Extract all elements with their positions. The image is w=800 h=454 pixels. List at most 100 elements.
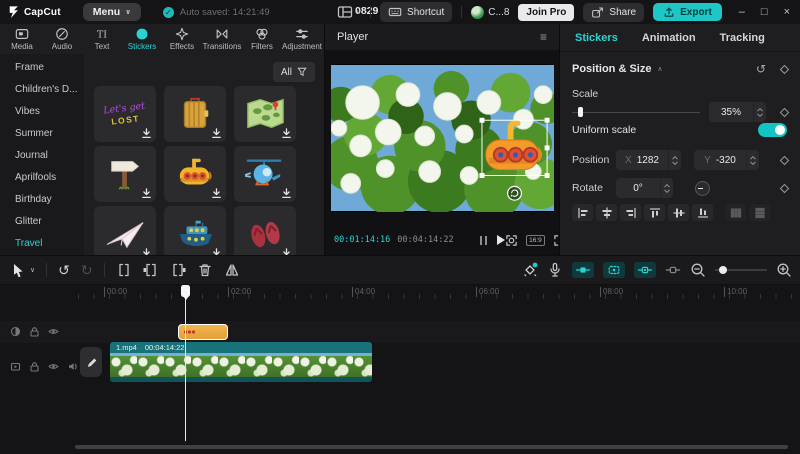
category-travel[interactable]: Travel: [0, 233, 84, 255]
category-frame[interactable]: Frame: [0, 57, 84, 79]
slider-handle[interactable]: [578, 107, 583, 117]
uniform-scale-toggle[interactable]: [758, 123, 787, 137]
timeline[interactable]: 00:00 02:00 04:00 06:00 08:00 10:00: [0, 285, 800, 454]
align-bottom-button[interactable]: [692, 204, 713, 221]
tab-media[interactable]: Media: [2, 24, 42, 54]
align-right-button[interactable]: [620, 204, 641, 221]
pause-button[interactable]: [480, 236, 488, 245]
auto-preview-toggle[interactable]: [603, 262, 625, 278]
delete-left-button[interactable]: [143, 262, 159, 278]
eye-icon[interactable]: [48, 326, 59, 337]
tab-effects[interactable]: Effects: [162, 24, 202, 54]
sticker-card-submarine[interactable]: [164, 146, 226, 202]
sticker-card-paper-plane[interactable]: [94, 206, 156, 255]
horizontal-scrollbar[interactable]: [75, 445, 788, 449]
tab-filters[interactable]: Filters: [242, 24, 282, 54]
download-icon[interactable]: [210, 127, 223, 140]
download-icon[interactable]: [140, 247, 153, 255]
category-childrens-day[interactable]: Children's D...: [0, 79, 84, 101]
sticker-card-helicopter[interactable]: [234, 146, 296, 202]
magnetic-snap-toggle[interactable]: [572, 262, 594, 278]
tab-animation[interactable]: Animation: [642, 32, 696, 44]
category-birthday[interactable]: Birthday: [0, 189, 84, 211]
smart-tools-button[interactable]: [522, 262, 538, 278]
sticker-card-suitcase[interactable]: [164, 86, 226, 142]
align-middle-vertical-button[interactable]: [668, 204, 689, 221]
redo-button[interactable]: ↻: [81, 262, 93, 279]
share-button[interactable]: Share: [583, 3, 644, 22]
stepper-icon[interactable]: [746, 150, 759, 170]
align-left-button[interactable]: [572, 204, 593, 221]
category-vibes[interactable]: Vibes: [0, 101, 84, 123]
tab-tracking[interactable]: Tracking: [720, 32, 765, 44]
reset-icon[interactable]: ↺: [756, 62, 766, 76]
category-aprilfools[interactable]: Aprilfools: [0, 167, 84, 189]
tab-adjustment[interactable]: Adjustment: [282, 24, 322, 54]
delete-button[interactable]: [197, 262, 213, 278]
maximize-button[interactable]: □: [761, 6, 768, 18]
sticker-card-travel-map[interactable]: [234, 86, 296, 142]
split-button[interactable]: [116, 262, 132, 278]
download-icon[interactable]: [280, 247, 293, 255]
mirror-button[interactable]: [224, 262, 240, 278]
download-icon[interactable]: [140, 187, 153, 200]
download-icon[interactable]: [280, 187, 293, 200]
speaker-icon[interactable]: [67, 361, 78, 372]
align-top-button[interactable]: [644, 204, 665, 221]
tab-audio[interactable]: Audio: [42, 24, 82, 54]
download-icon[interactable]: [280, 127, 293, 140]
join-pro-button[interactable]: Join Pro: [518, 4, 574, 21]
preview-quality-icon[interactable]: [505, 234, 518, 247]
select-tool-button[interactable]: ∨: [10, 262, 35, 278]
tab-stickers[interactable]: Stickers: [122, 24, 162, 54]
sticker-card-ship[interactable]: [164, 206, 226, 255]
download-icon[interactable]: [140, 127, 153, 140]
stepper-icon[interactable]: [660, 178, 673, 198]
stepper-icon[interactable]: [668, 150, 681, 170]
category-glitter[interactable]: Glitter: [0, 211, 84, 233]
stepper-icon[interactable]: [753, 102, 766, 122]
sticker-card-signpost[interactable]: [94, 146, 156, 202]
tab-text[interactable]: TI Text: [82, 24, 122, 54]
edit-cover-button[interactable]: [80, 347, 102, 377]
timeline-zoom-in-button[interactable]: [776, 262, 792, 278]
keyframe-diamond-icon[interactable]: [779, 107, 790, 118]
video-clip[interactable]: 1.mp4 00:04:14:22: [110, 342, 372, 382]
align-center-horizontal-button[interactable]: [596, 204, 617, 221]
playhead-handle[interactable]: [181, 285, 190, 297]
export-button[interactable]: Export: [653, 3, 722, 21]
play-button[interactable]: [497, 235, 505, 245]
collapse-caret-icon[interactable]: ∧: [657, 65, 662, 73]
aspect-ratio-button[interactable]: 16:9: [526, 235, 545, 246]
playhead-line[interactable]: [185, 285, 186, 441]
keyframe-diamond-icon[interactable]: [779, 155, 790, 166]
menu-button[interactable]: Menu ∨: [83, 3, 141, 21]
scale-value-field[interactable]: 35%: [709, 102, 753, 122]
scale-slider[interactable]: [572, 107, 700, 117]
delete-right-button[interactable]: [170, 262, 186, 278]
category-journal[interactable]: Journal: [0, 145, 84, 167]
sticker-card-flip-flops[interactable]: [234, 206, 296, 255]
filter-all-button[interactable]: All: [273, 62, 315, 82]
position-x-field[interactable]: X 1282: [616, 150, 668, 170]
layout-switch-button[interactable]: ∨: [337, 4, 361, 20]
tab-transitions[interactable]: Transitions: [202, 24, 242, 54]
timeline-zoom-slider[interactable]: [715, 265, 767, 275]
player-menu-icon[interactable]: ≡: [540, 30, 547, 44]
eye-icon[interactable]: [48, 361, 59, 372]
shortcut-button[interactable]: Shortcut: [380, 2, 452, 22]
record-voiceover-button[interactable]: [547, 262, 563, 278]
category-summer[interactable]: Summer: [0, 123, 84, 145]
video-preview[interactable]: [331, 64, 554, 212]
undo-button[interactable]: ↺: [58, 262, 70, 279]
lock-icon[interactable]: [29, 361, 40, 372]
download-icon[interactable]: [210, 247, 223, 255]
distribute-vertical-button[interactable]: [749, 204, 770, 221]
account-chip[interactable]: C...8: [471, 6, 509, 19]
minimize-button[interactable]: –: [739, 6, 745, 18]
distribute-horizontal-button[interactable]: [725, 204, 746, 221]
sticker-card-lets-get-lost[interactable]: Let's get LOST: [94, 86, 156, 142]
rotate-value-field[interactable]: 0°: [616, 178, 660, 198]
keyframe-diamond-icon[interactable]: [779, 183, 790, 194]
slider-handle[interactable]: [719, 266, 727, 274]
